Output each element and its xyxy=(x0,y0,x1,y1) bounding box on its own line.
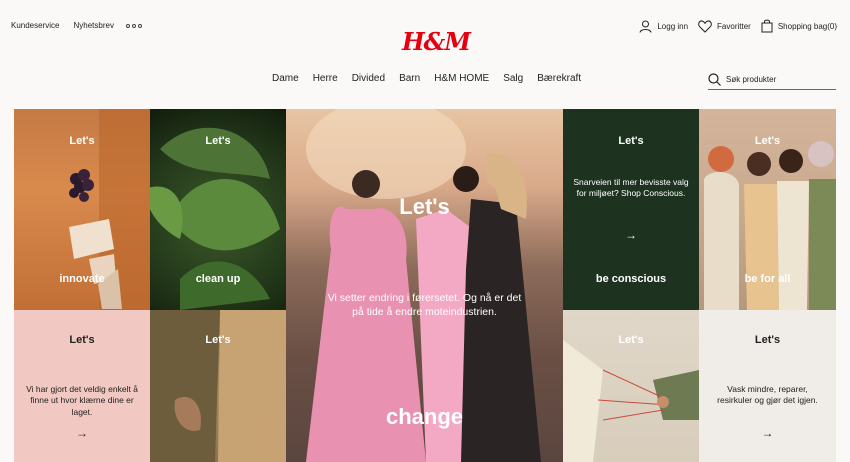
tile-lets-label: Let's xyxy=(69,334,95,346)
top-links: Kundeservice Nyhetsbrev xyxy=(11,21,142,30)
arrow-right-icon[interactable]: → xyxy=(14,426,150,440)
login-label: Logg inn xyxy=(657,21,689,31)
shopping-bag-link[interactable]: Shopping bag(0) xyxy=(761,19,837,33)
tile-title-innovate: innovate xyxy=(59,273,105,285)
tile-title-clean-up: clean up xyxy=(195,273,241,285)
search-bar xyxy=(708,70,836,90)
tile-description-change: Vi setter endring i førersetet. Og nå er… xyxy=(327,292,522,319)
tile-title-be-for-all: be for all xyxy=(744,273,791,285)
shopping-bag-icon xyxy=(761,19,773,33)
tile-description-transparency: Vi har gjort det veldig enkelt å finne u… xyxy=(26,384,138,417)
string-hands-image xyxy=(563,340,699,462)
hm-logo[interactable]: H&M xyxy=(402,27,471,56)
nav-item-barn[interactable]: Barn xyxy=(399,73,420,84)
account-links: Logg inn Favoritter Shopping bag(0) xyxy=(639,19,837,33)
nav-item-salg[interactable]: Salg xyxy=(503,73,523,84)
login-link[interactable]: Logg inn xyxy=(639,20,688,33)
tile-be-for-all[interactable]: Let's be for all xyxy=(699,109,836,310)
search-input[interactable] xyxy=(726,75,826,84)
favorites-link[interactable]: Favoritter xyxy=(698,19,751,33)
tile-lets-label: Let's xyxy=(205,135,231,147)
arrow-right-icon[interactable]: → xyxy=(699,426,836,440)
tile-lets-label: Let's xyxy=(69,135,95,147)
tile-lets-label: Let's xyxy=(618,334,644,346)
shopping-bag-label: Shopping bag(0) xyxy=(777,21,837,31)
more-dots-icon[interactable] xyxy=(125,21,142,30)
tile-be-conscious[interactable]: Let's Snarveien til mer bevisste valg fo… xyxy=(563,109,699,310)
tile-trench-coats[interactable]: Let's xyxy=(150,310,286,462)
tile-title-be-conscious: be conscious xyxy=(595,273,667,285)
nav-item-hm-home[interactable]: H&M HOME xyxy=(434,73,489,84)
tile-string-game[interactable]: Let's xyxy=(563,310,699,462)
main-nav: Dame Herre Divided Barn H&M HOME Salg Bæ… xyxy=(272,73,581,84)
nav-item-baerekraft[interactable]: Bærekraft xyxy=(537,73,581,84)
customer-service-link[interactable]: Kundeservice xyxy=(11,21,59,30)
heart-icon xyxy=(698,19,712,33)
newsletter-link[interactable]: Nyhetsbrev xyxy=(73,21,113,30)
tile-lets-label: Let's xyxy=(754,135,781,147)
nav-item-dame[interactable]: Dame xyxy=(272,73,299,84)
tile-description-repair: Vask mindre, reparer, resirkuler og gjør… xyxy=(717,384,818,406)
nav-item-herre[interactable]: Herre xyxy=(313,73,338,84)
tile-innovate[interactable]: Let's innovate xyxy=(14,109,150,310)
tile-lets-label: Let's xyxy=(205,334,231,346)
campaign-grid: Let's innovate Let's clean up Let's Vi s… xyxy=(14,109,836,462)
arrow-right-icon[interactable]: → xyxy=(563,228,699,242)
user-icon xyxy=(639,20,652,33)
trench-coats-image xyxy=(150,310,286,462)
tile-description-conscious: Snarveien til mer bevisste valg for milj… xyxy=(573,177,689,199)
tile-repair[interactable]: Let's Vask mindre, reparer, resirkuler o… xyxy=(699,310,836,462)
tile-lets-label: Let's xyxy=(618,135,644,147)
tile-change[interactable]: Let's Vi setter endring i førersetet. Og… xyxy=(286,109,563,462)
tile-lets-label: Let's xyxy=(399,194,450,219)
nav-item-divided[interactable]: Divided xyxy=(352,73,385,84)
tile-lets-label: Let's xyxy=(754,334,781,346)
tile-clean-up[interactable]: Let's clean up xyxy=(150,109,286,310)
favorites-label: Favoritter xyxy=(717,21,751,31)
tile-title-change: change xyxy=(385,404,464,429)
tile-transparency[interactable]: Let's Vi har gjort det veldig enkelt å f… xyxy=(14,310,150,462)
top-bar: Kundeservice Nyhetsbrev H&M Logg inn Fav… xyxy=(0,0,850,60)
search-icon[interactable] xyxy=(708,73,721,86)
